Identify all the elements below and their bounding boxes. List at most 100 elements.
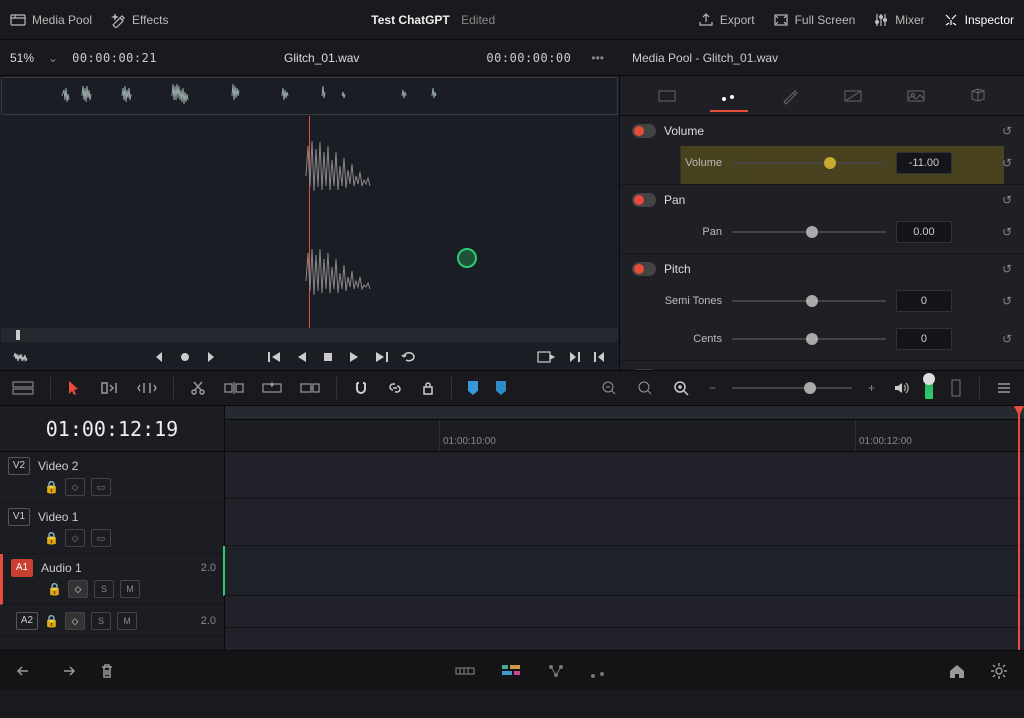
zoom-slider[interactable] — [732, 379, 852, 397]
effects-button[interactable]: Effects — [110, 12, 168, 28]
inspector-button[interactable]: Inspector — [943, 12, 1014, 28]
settings-button[interactable] — [986, 658, 1012, 684]
zoom-out-button[interactable]: − — [707, 379, 718, 397]
lock-icon[interactable]: 🔒 — [44, 480, 59, 494]
mute-button[interactable]: M — [117, 612, 137, 630]
timeline-ruler[interactable]: 01:00:10:00 01:00:12:00 — [225, 406, 1024, 452]
mark-button[interactable] — [177, 349, 193, 365]
timeline-view-button[interactable] — [10, 378, 36, 398]
loop-button[interactable] — [399, 348, 419, 366]
overwrite-button[interactable] — [260, 378, 284, 398]
redo-button[interactable] — [54, 660, 80, 682]
track-header-a1[interactable]: A1Audio 12.0 🔒 ◇ S M — [0, 554, 224, 605]
scrub-bar[interactable] — [1, 328, 618, 342]
inspector-tab-file[interactable] — [959, 81, 997, 111]
volume-slider[interactable] — [732, 154, 886, 172]
selection-tool[interactable] — [65, 378, 83, 398]
track-header-v2[interactable]: V2Video 2 🔒 ◇ ▭ — [0, 452, 224, 503]
inspector-tab-audio[interactable] — [710, 80, 748, 112]
pitch-toggle[interactable] — [632, 262, 656, 276]
marker-icon[interactable] — [457, 248, 477, 268]
timeline-options-button[interactable] — [994, 379, 1014, 397]
page-cut[interactable] — [450, 658, 480, 684]
track-id-v1[interactable]: V1 — [8, 508, 30, 526]
zoom-custom[interactable] — [635, 378, 657, 398]
export-button[interactable]: Export — [698, 12, 755, 28]
semitones-value[interactable]: 0 — [896, 290, 952, 312]
pan-reset-button[interactable]: ↺ — [1002, 193, 1012, 207]
pan-toggle[interactable] — [632, 193, 656, 207]
delete-button[interactable] — [96, 659, 118, 683]
reverse-button[interactable] — [293, 348, 311, 366]
insert-button[interactable] — [222, 378, 246, 398]
link-button[interactable] — [385, 378, 405, 398]
dim-button[interactable] — [947, 377, 965, 399]
record-timecode[interactable]: 00:00:00:00 — [486, 51, 571, 65]
volume-toggle[interactable] — [632, 124, 656, 138]
zoom-in-button[interactable]: + — [866, 379, 877, 397]
cents-reset[interactable]: ↺ — [1002, 332, 1012, 346]
track-lane-a2[interactable] — [225, 596, 1024, 628]
source-timecode[interactable]: 00:00:00:21 — [72, 51, 157, 65]
pan-slider[interactable] — [732, 223, 886, 241]
undo-button[interactable] — [12, 660, 38, 682]
pan-param-reset[interactable]: ↺ — [1002, 225, 1012, 239]
track-header-v1[interactable]: V1Video 1 🔒 ◇ ▭ — [0, 503, 224, 554]
speed-reset-button[interactable]: ↺ — [1002, 369, 1012, 370]
timeline-timecode[interactable]: 01:00:12:19 — [0, 406, 224, 452]
go-start-button[interactable] — [265, 348, 285, 366]
track-id-a2[interactable]: A2 — [16, 612, 38, 630]
zoom-out-preset[interactable] — [599, 378, 621, 398]
speed-toggle[interactable] — [632, 369, 656, 370]
fullscreen-button[interactable]: Full Screen — [773, 12, 856, 28]
waveform-mode-icon[interactable] — [10, 347, 34, 367]
inspector-tab-video[interactable] — [647, 82, 687, 110]
play-button[interactable] — [345, 348, 363, 366]
replace-button[interactable] — [298, 378, 322, 398]
pitch-reset-button[interactable]: ↺ — [1002, 262, 1012, 276]
volume-reset-button[interactable]: ↺ — [1002, 124, 1012, 138]
blade-tool[interactable] — [188, 378, 208, 398]
track-id-a1[interactable]: A1 — [11, 559, 33, 577]
go-end-button[interactable] — [371, 348, 391, 366]
auto-select-button[interactable]: ◇ — [68, 580, 88, 598]
dynamic-trim-tool[interactable] — [135, 378, 159, 398]
semitones-slider[interactable] — [732, 292, 886, 310]
mute-icon[interactable] — [891, 379, 911, 397]
trim-tool[interactable] — [97, 378, 121, 398]
track-lane-a1[interactable] — [223, 546, 1024, 596]
page-fusion[interactable] — [542, 658, 570, 684]
solo-button[interactable]: S — [91, 612, 111, 630]
page-fairlight[interactable] — [586, 658, 612, 684]
track-lane-v2[interactable] — [225, 452, 1024, 499]
cents-slider[interactable] — [732, 330, 886, 348]
volume-param-reset[interactable]: ↺ — [1002, 156, 1012, 170]
track-enable-button[interactable]: ▭ — [91, 529, 111, 547]
auto-select-button[interactable]: ◇ — [65, 612, 85, 630]
semitones-reset[interactable]: ↺ — [1002, 294, 1012, 308]
match-frame-button[interactable] — [535, 348, 557, 366]
lock-icon[interactable]: 🔒 — [44, 614, 59, 628]
auto-select-button[interactable]: ◇ — [65, 478, 85, 496]
pan-value[interactable]: 0.00 — [896, 221, 952, 243]
timeline-tracks[interactable]: 01:00:10:00 01:00:12:00 — [225, 406, 1024, 650]
auto-select-button[interactable]: ◇ — [65, 529, 85, 547]
home-button[interactable] — [944, 659, 970, 683]
lock-icon[interactable]: 🔒 — [44, 531, 59, 545]
cents-value[interactable]: 0 — [896, 328, 952, 350]
track-enable-button[interactable]: ▭ — [91, 478, 111, 496]
flag-button[interactable] — [466, 379, 480, 397]
page-edit[interactable] — [496, 658, 526, 684]
waveform-overview[interactable] — [1, 77, 618, 115]
next-edit-button[interactable] — [201, 348, 219, 366]
lock-icon[interactable]: 🔒 — [47, 582, 62, 596]
marker-button[interactable] — [494, 379, 508, 397]
position-lock-button[interactable] — [419, 378, 437, 398]
preview-options-button[interactable]: ••• — [585, 51, 610, 65]
waveform-main[interactable] — [0, 116, 619, 328]
prev-clip-button[interactable] — [591, 348, 609, 366]
inspector-tab-effects[interactable] — [771, 81, 809, 111]
media-pool-button[interactable]: Media Pool — [10, 12, 92, 28]
zoom-chevron-icon[interactable]: ⌄ — [48, 51, 58, 65]
timeline-playhead[interactable] — [1018, 406, 1020, 650]
